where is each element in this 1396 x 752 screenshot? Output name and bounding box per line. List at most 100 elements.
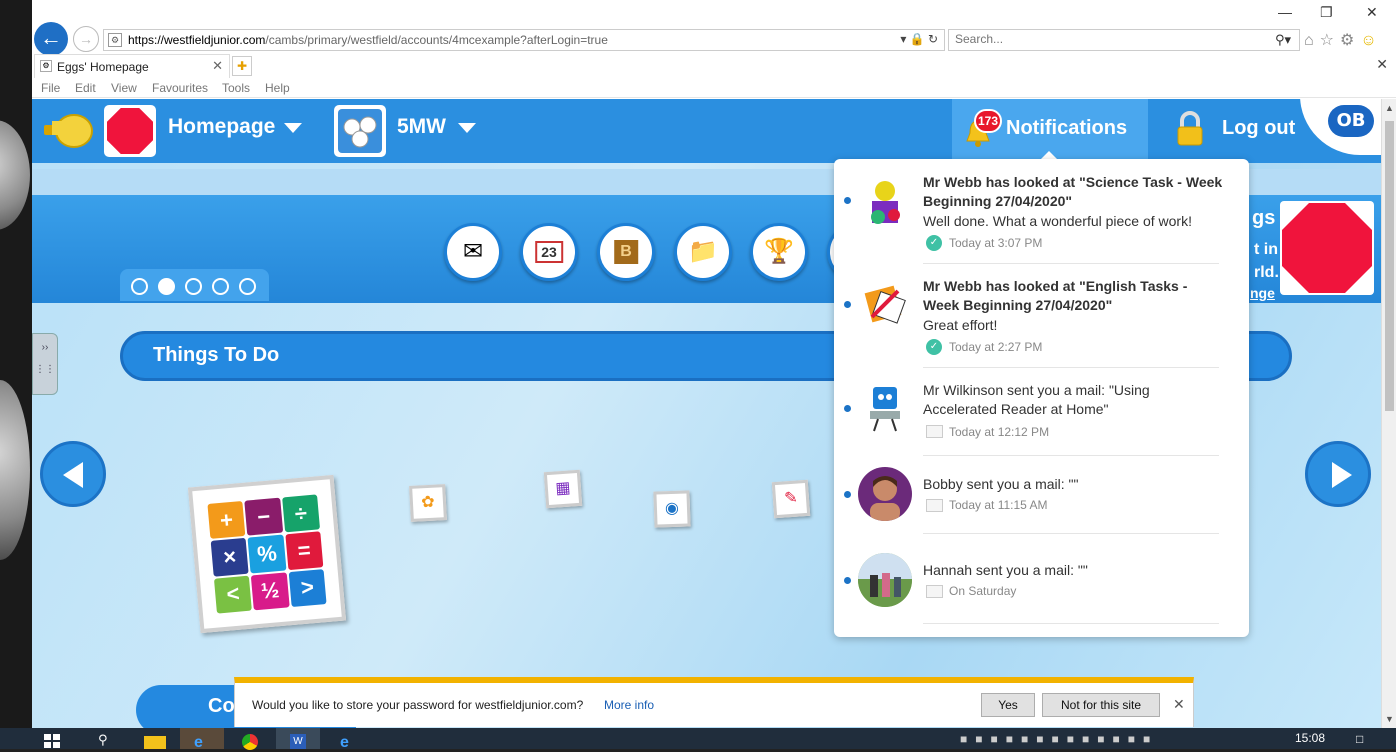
trophy-icon: 🏆 (764, 238, 794, 265)
word-icon[interactable]: W (276, 728, 320, 749)
unread-dot (844, 491, 851, 498)
tab-title: Eggs' Homepage (57, 60, 149, 74)
homepage-dropdown-icon[interactable] (284, 123, 302, 133)
page-scrollbar[interactable]: ▲ ▼ (1381, 99, 1396, 728)
tab-row: ⚙ Eggs' Homepage ✕ ✚ ✕ (32, 54, 1396, 78)
user-avatar[interactable] (104, 105, 156, 157)
things-to-do-title: Things To Do (153, 344, 280, 366)
window-close-button[interactable]: ✕ (1366, 4, 1378, 21)
whistle-icon[interactable] (42, 111, 94, 151)
notification-title: Bobby sent you a mail: "" (923, 476, 1079, 492)
arrow-right-icon (1332, 462, 1352, 488)
restore-button[interactable]: ❐ (1320, 4, 1333, 21)
forward-button[interactable]: → (73, 26, 99, 52)
carousel-dot-3[interactable] (185, 278, 202, 295)
folder-icon: 📁 (688, 238, 718, 265)
new-tab-button[interactable]: ✚ (232, 56, 252, 76)
search-icon[interactable]: ⚲▾ (1275, 32, 1291, 48)
task-tile-4[interactable]: ✎ (771, 479, 811, 519)
calendar-round-button[interactable]: 23 (520, 223, 578, 281)
class-dropdown-icon[interactable] (458, 123, 476, 133)
internet-explorer-icon[interactable]: e (180, 728, 224, 751)
task-tile-3[interactable]: ◉ (653, 490, 691, 528)
home-icon: ⌂ (1304, 32, 1320, 49)
site-favicon-icon: ⚙ (108, 33, 122, 47)
chrome-icon[interactable] (228, 728, 272, 750)
task-tile-2[interactable]: ▦ (543, 469, 583, 509)
save-password-text: Would you like to store your password fo… (252, 698, 584, 712)
profile-change-link[interactable]: nge (1250, 285, 1275, 301)
unread-dot (844, 197, 851, 204)
save-password-yes-button[interactable]: Yes (981, 693, 1035, 717)
carousel-next-button[interactable] (1305, 441, 1371, 507)
desktop-background: 08 (0, 0, 32, 728)
carousel-prev-button[interactable] (40, 441, 106, 507)
menu-favourites[interactable]: Favourites (152, 81, 208, 95)
notifications-label[interactable]: Notifications (1006, 117, 1127, 140)
notification-title: Mr Wilkinson sent you a mail: "Using Acc… (923, 382, 1150, 417)
file-explorer-icon[interactable] (134, 728, 178, 749)
search-input[interactable] (955, 32, 1245, 46)
profile-avatar[interactable] (1280, 201, 1374, 295)
menu-help[interactable]: Help (265, 81, 290, 95)
unread-dot (844, 577, 851, 584)
maths-app-tile[interactable]: + − ÷ × % = < ½ > (187, 474, 347, 634)
class-icon[interactable] (334, 105, 386, 157)
menu-edit[interactable]: Edit (75, 81, 96, 95)
tab-eggs-homepage[interactable]: ⚙ Eggs' Homepage ✕ (34, 54, 230, 78)
mail-icon (926, 425, 943, 438)
carousel-dot-1[interactable] (131, 278, 148, 295)
back-button[interactable]: ← (34, 22, 68, 56)
check-icon: ✓ (926, 339, 942, 355)
windows-start-icon[interactable] (44, 734, 62, 749)
second-section-title: Co (208, 695, 235, 717)
eggs-faces-icon (343, 116, 377, 148)
task-tile-1[interactable]: ✿ (409, 484, 447, 522)
prompt-close-icon[interactable]: ✕ (1173, 696, 1185, 713)
book-round-button[interactable]: B (597, 223, 655, 281)
class-label[interactable]: 5MW (397, 115, 446, 139)
tab-close-icon[interactable]: ✕ (212, 58, 223, 74)
homepage-label[interactable]: Homepage (168, 115, 275, 139)
side-panel-handle[interactable]: ›› ⋮⋮ (32, 333, 58, 395)
address-bar[interactable]: ⚙ https://westfieldjunior.com/cambs/prim… (103, 29, 945, 51)
taskbar-clock[interactable]: 15:08 (1295, 731, 1325, 745)
files-round-button[interactable]: 📁 (674, 223, 732, 281)
calendar-icon: 23 (535, 241, 563, 263)
mail-icon: ✉ (462, 238, 484, 265)
notification-time: Today at 2:27 PM (949, 340, 1043, 354)
paint-icon: ✿ (420, 493, 436, 512)
scroll-thumb[interactable] (1385, 121, 1394, 411)
system-tray-icons[interactable]: ■■■■■■■■■■■■■ (960, 732, 1158, 746)
carousel-dot-5[interactable] (239, 278, 256, 295)
more-info-link[interactable]: More info (604, 698, 654, 712)
menu-tools[interactable]: Tools (222, 81, 250, 95)
scroll-up-icon: ▲ (1385, 103, 1394, 113)
notification-title: Hannah sent you a mail: "" (923, 562, 1088, 578)
menu-view[interactable]: View (111, 81, 137, 95)
messages-round-button[interactable]: ✉ (444, 223, 502, 281)
menu-file[interactable]: File (41, 81, 60, 95)
edge-icon[interactable]: e (324, 728, 368, 751)
carousel-dot-2[interactable] (158, 278, 175, 295)
carousel-dot-4[interactable] (212, 278, 229, 295)
profile-text-2: t in (1254, 241, 1278, 258)
profile-text-1: gs (1252, 207, 1276, 229)
lock-icon[interactable] (1176, 111, 1204, 147)
unread-dot (844, 405, 851, 412)
not-for-this-site-button[interactable]: Not for this site (1042, 693, 1160, 717)
trophy-round-button[interactable]: 🏆 (750, 223, 808, 281)
minimize-button[interactable]: — (1278, 4, 1292, 20)
search-box[interactable]: ⚲▾ (948, 29, 1300, 51)
logout-label[interactable]: Log out (1222, 117, 1295, 140)
ie-extra-close-icon[interactable]: ✕ (1376, 56, 1388, 73)
gear-icon: ⚙ (1340, 32, 1361, 49)
url-text[interactable]: https://westfieldjunior.com/cambs/primar… (128, 33, 608, 47)
address-bar-icons[interactable]: ▾ 🔒 ↻ (900, 32, 938, 46)
toolbar-icons[interactable]: ⌂☆⚙☺ (1304, 30, 1383, 50)
search-taskbar-icon[interactable]: ⚲ (98, 732, 108, 748)
action-center-icon[interactable]: □ (1356, 732, 1363, 746)
computer-avatar (858, 381, 912, 435)
brand-logo[interactable]: OB (1328, 105, 1374, 137)
science-avatar (858, 177, 912, 231)
